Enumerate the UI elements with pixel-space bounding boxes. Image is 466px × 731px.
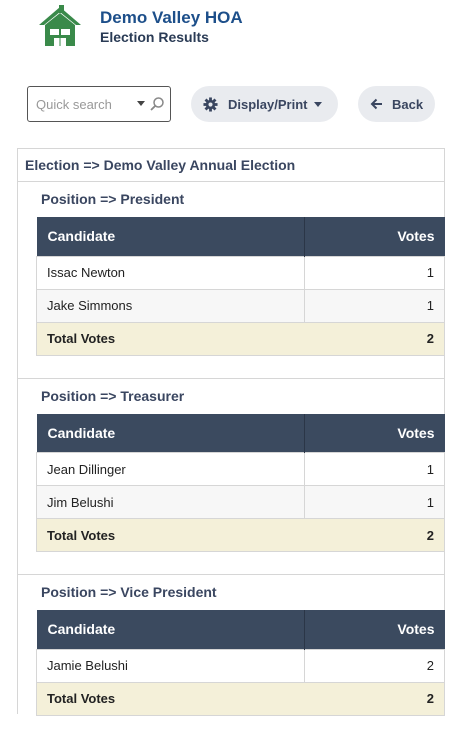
- table-row: Jean Dillinger 1: [36, 452, 445, 486]
- table-header-row: Candidate Votes: [36, 413, 445, 453]
- quick-search-input[interactable]: Quick search: [27, 86, 171, 122]
- votes-column-header[interactable]: Votes: [304, 413, 445, 453]
- total-row: Total Votes 2: [36, 681, 445, 716]
- candidate-column-header[interactable]: Candidate: [36, 217, 305, 256]
- position-title: Position => President: [41, 191, 185, 207]
- position-block-vice-president: Position => Vice President Candidate Vot…: [18, 575, 445, 716]
- position-block-president: Position => President Candidate Votes Is…: [18, 182, 445, 379]
- divider: [18, 552, 444, 575]
- total-label: Total Votes: [36, 518, 305, 552]
- results-table: Candidate Votes Jean Dillinger 1 Jim Bel…: [36, 413, 445, 552]
- total-row: Total Votes 2: [36, 518, 445, 552]
- total-label: Total Votes: [36, 321, 305, 356]
- search-icon[interactable]: [149, 96, 165, 112]
- candidate-votes: 1: [304, 452, 445, 486]
- display-print-button[interactable]: Display/Print: [191, 86, 338, 122]
- position-title: Position => Treasurer: [41, 387, 185, 404]
- results-table: Candidate Votes Jamie Belushi 2 Total Vo…: [36, 610, 445, 716]
- gear-icon: [203, 96, 218, 112]
- table-row: Issac Newton 1: [36, 255, 445, 290]
- results-table: Candidate Votes Issac Newton 1 Jake Simm…: [36, 217, 445, 356]
- position-block-treasurer: Position => Treasurer Candidate Votes Je…: [18, 379, 445, 575]
- search-placeholder: Quick search: [36, 97, 112, 112]
- candidate-votes: 2: [304, 648, 445, 683]
- candidate-name: Jim Belushi: [36, 485, 305, 519]
- votes-column-header[interactable]: Votes: [304, 610, 445, 649]
- candidate-name: Issac Newton: [36, 255, 305, 290]
- candidate-votes: 1: [304, 255, 445, 290]
- table-row: Jim Belushi 1: [36, 485, 445, 519]
- candidate-name: Jake Simmons: [36, 288, 305, 323]
- table-row: Jamie Belushi 2: [36, 648, 445, 683]
- candidate-column-header[interactable]: Candidate: [36, 413, 305, 453]
- total-votes: 2: [304, 518, 445, 552]
- candidate-votes: 1: [304, 288, 445, 323]
- back-label: Back: [392, 96, 424, 112]
- total-votes: 2: [304, 681, 445, 716]
- table-header-row: Candidate Votes: [36, 217, 445, 256]
- votes-column-header[interactable]: Votes: [304, 217, 445, 256]
- election-title: Election => Demo Valley Annual Election: [18, 149, 444, 182]
- candidate-name: Jean Dillinger: [36, 452, 305, 486]
- candidate-column-header[interactable]: Candidate: [36, 610, 305, 649]
- chevron-down-icon: [314, 101, 323, 107]
- search-dropdown-caret-icon[interactable]: [137, 101, 145, 106]
- back-button[interactable]: Back: [358, 86, 435, 122]
- total-label: Total Votes: [36, 681, 305, 716]
- candidate-votes: 1: [304, 485, 445, 519]
- total-votes: 2: [304, 321, 445, 356]
- candidate-name: Jamie Belushi: [36, 648, 305, 683]
- position-title: Position => Vice President: [41, 584, 217, 600]
- table-header-row: Candidate Votes: [36, 610, 445, 649]
- divider: [18, 356, 444, 379]
- org-name: Demo Valley HOA: [100, 8, 243, 27]
- header: Demo Valley HOA Election Results: [0, 0, 466, 60]
- page-subtitle: Election Results: [100, 29, 209, 45]
- house-logo-icon[interactable]: [37, 2, 83, 48]
- election-results-panel: Election => Demo Valley Annual Election …: [17, 148, 445, 716]
- table-row: Jake Simmons 1: [36, 288, 445, 323]
- total-row: Total Votes 2: [36, 321, 445, 356]
- display-print-label: Display/Print: [228, 96, 308, 112]
- arrow-left-icon: [370, 98, 383, 110]
